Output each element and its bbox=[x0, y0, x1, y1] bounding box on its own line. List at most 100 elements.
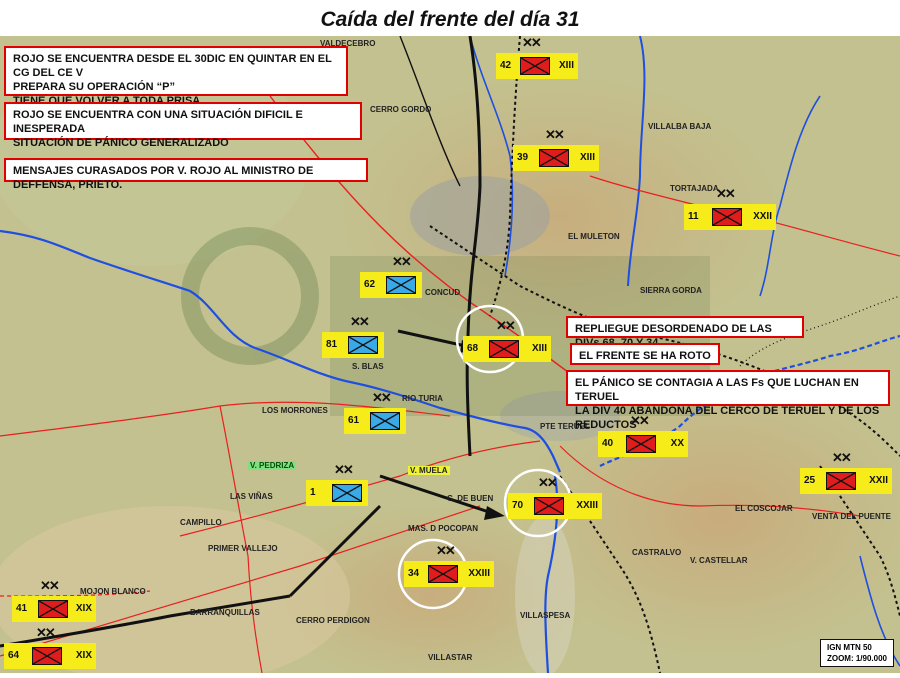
place-text: TORTAJADA bbox=[670, 184, 719, 193]
place-label: C. DE BUEN bbox=[447, 494, 493, 503]
own-division[interactable]: 81 bbox=[322, 332, 384, 358]
enemy-division[interactable]: 25 XXII bbox=[800, 468, 892, 494]
division-echelon-mark: ✕✕ bbox=[436, 543, 456, 558]
place-label: EL MULETON bbox=[568, 232, 620, 241]
place-text: BARRANQUILLAS bbox=[190, 608, 260, 617]
own-division[interactable]: 62 bbox=[360, 272, 422, 298]
place-text: RIO TURIA bbox=[402, 394, 443, 403]
map-canvas: CERRO GORDO VALDECEBRO VILLASPESA TORTAJ… bbox=[0, 35, 900, 678]
division-echelon-mark: ✕✕ bbox=[36, 625, 56, 640]
division-number: 34 bbox=[408, 568, 420, 579]
division-echelon-mark: ✕✕ bbox=[545, 127, 565, 142]
enemy-division[interactable]: 34 XXIII bbox=[404, 561, 494, 587]
division-echelon-mark: ✕✕ bbox=[372, 390, 392, 405]
division-echelon-mark: ✕✕ bbox=[832, 450, 852, 465]
place-text: LAS VIÑAS bbox=[230, 492, 273, 501]
division-number: 40 bbox=[602, 438, 614, 449]
corps-number: XX bbox=[670, 438, 684, 449]
place-text: VENTA DEL PUENTE bbox=[812, 512, 891, 521]
note-box: REPLIEGUE DESORDENADO DE LAS DIVs 68, 70… bbox=[566, 316, 804, 349]
place-text: S. BLAS bbox=[352, 362, 384, 371]
infantry-symbol-icon bbox=[626, 435, 656, 453]
place-label: CERRO PERDIGON bbox=[296, 616, 370, 625]
place-label: V. PEDRIZA bbox=[248, 461, 297, 470]
enemy-division[interactable]: 41 XIX bbox=[12, 596, 96, 622]
note-box: ROJO SE ENCUENTRA CON UNA SITUACIÓN DIFI… bbox=[4, 102, 362, 149]
enemy-division[interactable]: 70 XXIII bbox=[508, 493, 602, 519]
division-number: 25 bbox=[804, 475, 816, 486]
place-text: V. MUELA bbox=[410, 466, 448, 475]
enemy-division[interactable]: 64 XIX bbox=[4, 643, 96, 669]
infantry-symbol-icon bbox=[428, 565, 458, 583]
infantry-symbol-icon bbox=[826, 472, 856, 490]
infantry-symbol-icon bbox=[386, 276, 416, 294]
place-label: S. BLAS bbox=[352, 362, 384, 371]
division-number: 70 bbox=[512, 500, 524, 511]
place-text: EL MULETON bbox=[568, 232, 620, 241]
note-box: ROJO SE ENCUENTRA DESDE EL 30DIC EN QUIN… bbox=[4, 46, 348, 107]
division-number: 64 bbox=[8, 650, 20, 661]
corps-number: XIX bbox=[75, 603, 92, 614]
note-box: MENSAJES CURASADOS POR V. ROJO AL MINIST… bbox=[4, 158, 368, 191]
enemy-division[interactable]: 40 XX bbox=[598, 431, 688, 457]
place-text: VILLASTAR bbox=[428, 653, 473, 662]
enemy-division[interactable]: 68 XIII bbox=[463, 336, 551, 362]
division-echelon-mark: ✕✕ bbox=[630, 413, 650, 428]
infantry-symbol-icon bbox=[332, 484, 362, 502]
division-echelon-mark: ✕✕ bbox=[40, 578, 60, 593]
place-text: MOJON BLANCO bbox=[80, 587, 146, 596]
infantry-symbol-icon bbox=[712, 208, 742, 226]
division-number: 61 bbox=[348, 415, 360, 426]
place-label: V. MUELA bbox=[408, 466, 450, 475]
enemy-division[interactable]: 42 XIII bbox=[496, 53, 578, 79]
own-division[interactable]: 61 bbox=[344, 408, 406, 434]
place-label: V. CASTELLAR bbox=[690, 556, 748, 565]
place-label: VILLALBA BAJA bbox=[648, 122, 711, 131]
place-text: VILLALBA BAJA bbox=[648, 122, 712, 131]
place-label: MOJON BLANCO bbox=[80, 587, 146, 596]
place-text: CAMPILLO bbox=[180, 518, 222, 527]
place-label: VILLASPESA bbox=[520, 611, 570, 620]
corps-number: XXII bbox=[869, 475, 888, 486]
place-label: BARRANQUILLAS bbox=[190, 608, 260, 617]
place-text: MAS. D POCOPAN bbox=[408, 524, 479, 533]
infantry-symbol-icon bbox=[348, 336, 378, 354]
division-number: 68 bbox=[467, 343, 479, 354]
place-label: CERRO GORDO bbox=[370, 105, 431, 114]
place-label: CASTRALVO bbox=[632, 548, 681, 557]
corps-number: XIII bbox=[531, 343, 547, 354]
corps-number: XXII bbox=[753, 211, 772, 222]
division-number: 11 bbox=[688, 211, 699, 222]
enemy-division[interactable]: 39 XIII bbox=[513, 145, 599, 171]
map-title: Caída del frente del día 31 bbox=[320, 8, 580, 31]
division-echelon-mark: ✕✕ bbox=[350, 314, 370, 329]
division-number: 42 bbox=[500, 60, 512, 71]
division-echelon-mark: ✕✕ bbox=[538, 475, 558, 490]
corps-number: XIII bbox=[558, 60, 574, 71]
place-text: V. PEDRIZA bbox=[250, 461, 295, 470]
place-label: CAMPILLO bbox=[180, 518, 222, 527]
division-echelon-mark: ✕✕ bbox=[496, 318, 516, 333]
own-division[interactable]: 1 bbox=[306, 480, 368, 506]
place-label: SIERRA GORDA bbox=[640, 286, 702, 295]
division-echelon-mark: ✕✕ bbox=[392, 254, 412, 269]
place-label: PRIMER VALLEJO bbox=[208, 544, 278, 553]
place-label: LOS MORRONES bbox=[262, 406, 328, 415]
place-text: CASTRALVO bbox=[632, 548, 682, 557]
division-echelon-mark: ✕✕ bbox=[716, 186, 736, 201]
infantry-symbol-icon bbox=[370, 412, 400, 430]
place-text: CONCUD bbox=[425, 288, 461, 297]
place-label: TORTAJADA bbox=[670, 184, 719, 193]
division-echelon-mark: ✕✕ bbox=[522, 35, 542, 50]
corps-number: XIX bbox=[75, 650, 92, 661]
place-label: RIO TURIA bbox=[402, 394, 443, 403]
place-text: V. CASTELLAR bbox=[690, 556, 748, 565]
note-box: EL FRENTE SE HA ROTO bbox=[570, 343, 720, 365]
division-number: 81 bbox=[326, 339, 338, 350]
infantry-symbol-icon bbox=[534, 497, 564, 515]
corps-number: XIII bbox=[579, 152, 595, 163]
place-label: MAS. D POCOPAN bbox=[408, 524, 478, 533]
enemy-division[interactable]: 11 XXII bbox=[684, 204, 776, 230]
place-label: CONCUD bbox=[425, 288, 460, 297]
infantry-symbol-icon bbox=[489, 340, 519, 358]
